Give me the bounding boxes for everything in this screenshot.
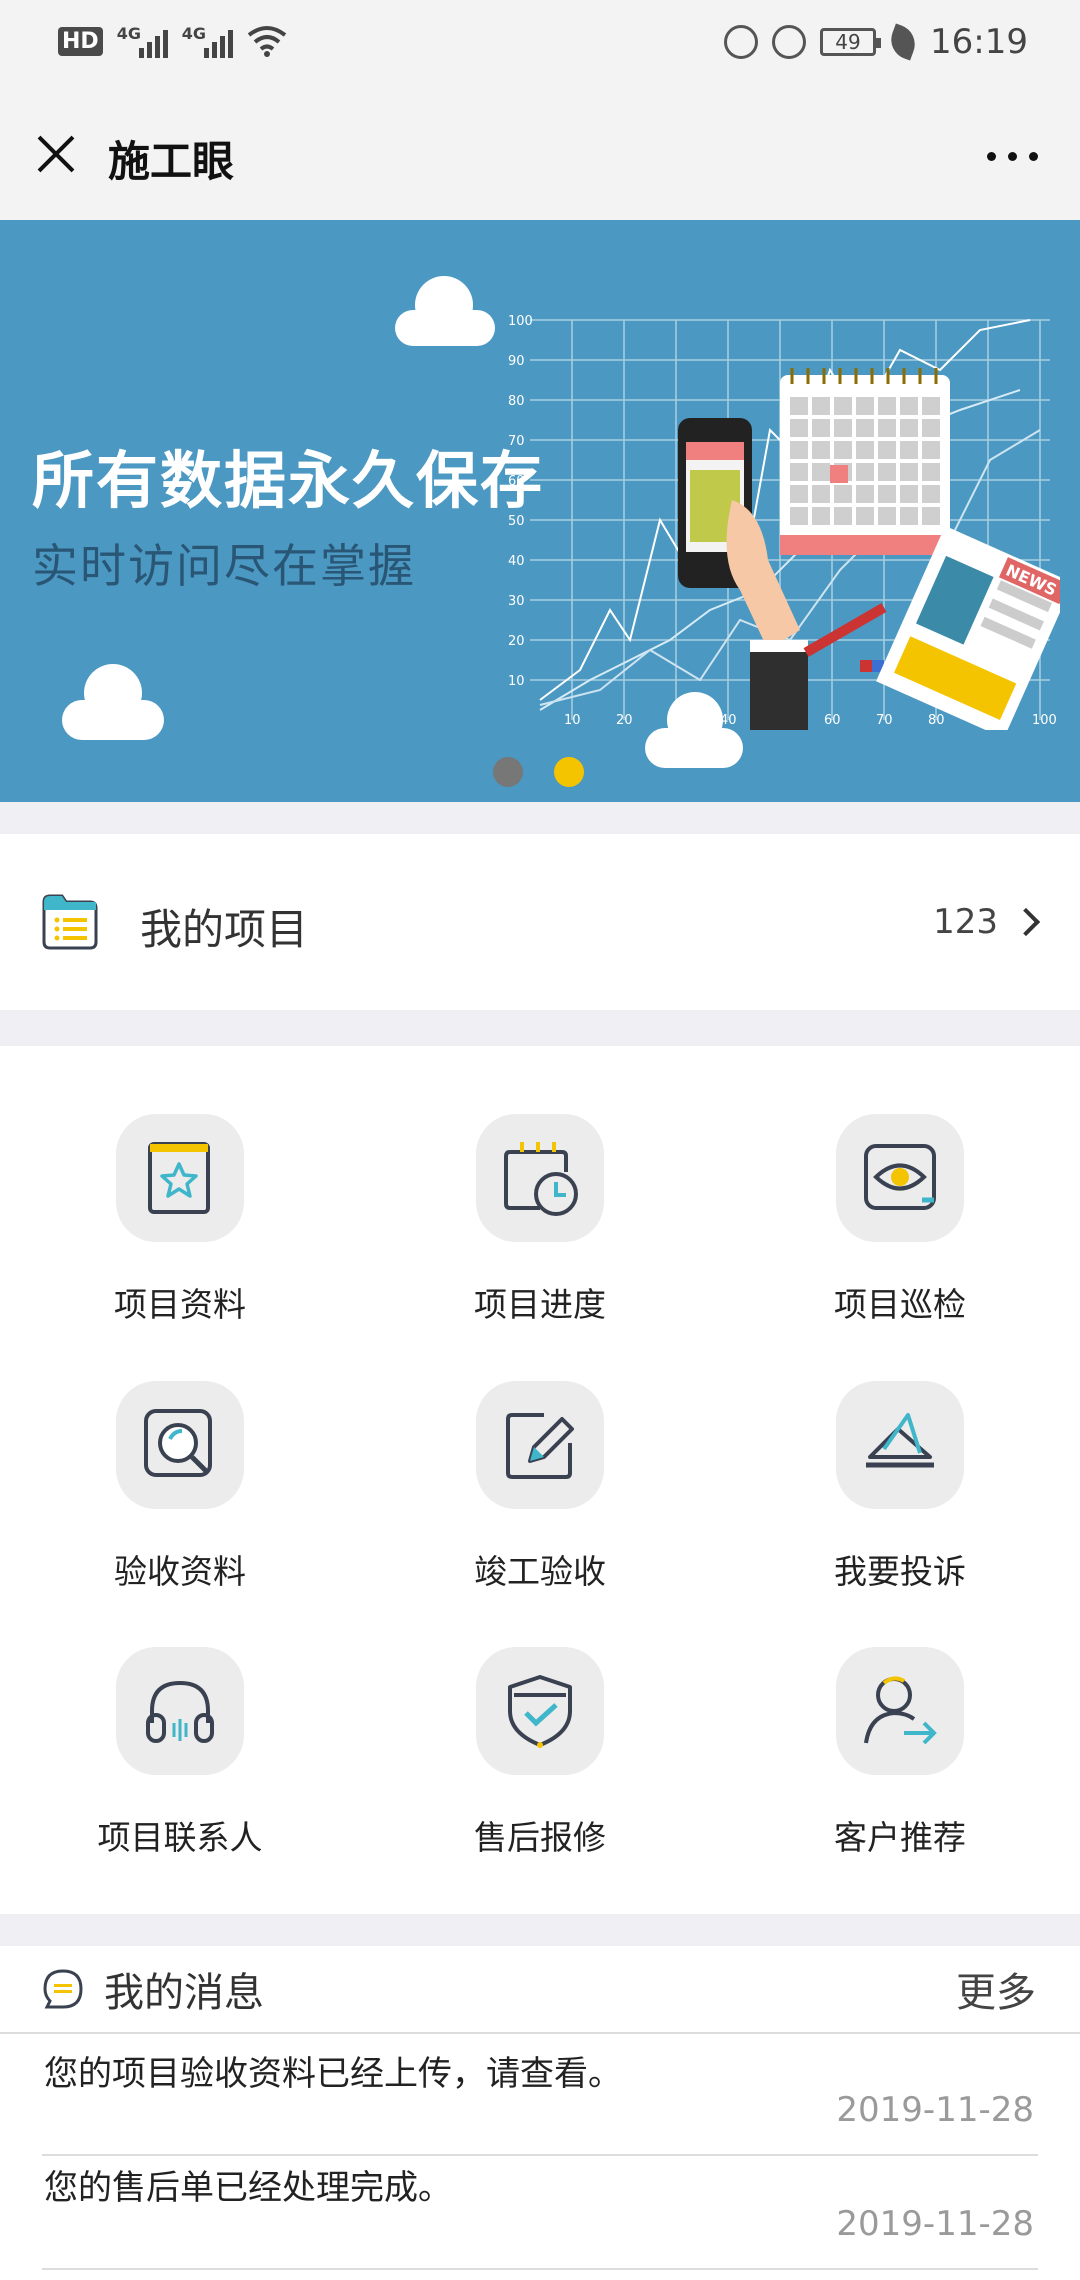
- grid-item-project-docs[interactable]: 项目资料: [0, 1046, 360, 1324]
- chart-y-tick: 80: [508, 394, 525, 409]
- message-text: 您的项目验收资料已经上传，请查看。: [44, 2054, 622, 2094]
- status-left: HD 4G 4G: [58, 24, 287, 58]
- chart-y-tick: 50: [508, 514, 525, 529]
- headphones-icon: [146, 1680, 214, 1743]
- chart-y-tick: 60: [508, 474, 525, 489]
- cloud-decoration: [395, 276, 495, 346]
- banner-carousel[interactable]: 所有数据永久保存 实时访问尽在掌握 100 90 80 70 60 50 40 30 20 10 …: [0, 220, 1080, 802]
- message-item[interactable]: 您的售后单已经处理完成。 2019-11-28: [42, 2156, 1038, 2270]
- message-date: 2019-11-28: [836, 2090, 1034, 2130]
- my-project-row[interactable]: 我的项目 123: [0, 834, 1080, 1010]
- hd-icon: HD: [58, 26, 103, 56]
- more-menu-icon[interactable]: [987, 152, 1038, 161]
- chart-x-tick: 60: [824, 713, 841, 728]
- clock-time: 16:19: [930, 22, 1028, 62]
- chart-y-tick: 10: [508, 674, 525, 689]
- message-text: 您的售后单已经处理完成。: [44, 2168, 452, 2208]
- project-count: 123: [933, 902, 998, 942]
- grid-item-label: 客户推荐: [834, 1818, 966, 1857]
- eye-inspect-icon: [864, 1144, 936, 1210]
- wifi-icon: [247, 26, 286, 57]
- chevron-right-icon: [1011, 907, 1041, 937]
- chart-x-tick: 10: [564, 713, 581, 728]
- battery-icon: 49: [820, 28, 882, 56]
- my-messages-section: 我的消息 更多 您的项目验收资料已经上传，请查看。 2019-11-28 您的售…: [0, 1946, 1080, 2280]
- chart-y-tick: 100: [508, 314, 533, 329]
- cloud-decoration: [62, 664, 164, 740]
- messages-more-link[interactable]: 更多: [956, 1960, 1036, 2018]
- my-project-label: 我的项目: [140, 905, 309, 954]
- grid-item-label: 项目联系人: [97, 1818, 263, 1857]
- grid-item-completion-acceptance[interactable]: 竣工验收: [360, 1313, 720, 1591]
- banner-headline: 所有数据永久保存: [32, 444, 545, 517]
- grid-item-customer-referral[interactable]: 客户推荐: [720, 1579, 1080, 1857]
- carousel-dot-1[interactable]: [493, 757, 523, 787]
- data-saver-icon: [724, 25, 759, 59]
- grid-item-project-contacts[interactable]: 项目联系人: [0, 1579, 360, 1857]
- message-item[interactable]: 您的项目验收资料已经上传，请查看。 2019-11-28: [42, 2042, 1038, 2156]
- chart-y-tick: 30: [508, 594, 525, 609]
- close-icon[interactable]: [36, 134, 76, 174]
- banner-subline: 实时访问尽在掌握: [32, 539, 416, 593]
- feature-grid: 项目资料 项目进度 项目巡检 验收资料 竣工验收 我要投诉 项目联系人 售后报修…: [0, 1046, 1080, 1914]
- chart-y-tick: 40: [508, 554, 525, 569]
- messages-title: 我的消息: [104, 1970, 264, 2016]
- chart-y-tick: 20: [508, 634, 525, 649]
- status-right: 49 16:19: [724, 22, 1028, 62]
- grid-item-project-progress[interactable]: 项目进度: [360, 1046, 720, 1324]
- grid-item-project-inspection[interactable]: 项目巡检: [720, 1046, 1080, 1324]
- chart-x-tick: 20: [616, 713, 633, 728]
- calendar-clock-icon: [504, 1142, 578, 1216]
- edit-pencil-icon: [506, 1413, 574, 1479]
- banner-illustration: 100908070605040302010 102030405060708090…: [508, 314, 1060, 730]
- project-list-icon: [42, 894, 98, 950]
- grid-item-acceptance-docs[interactable]: 验收资料: [0, 1313, 360, 1591]
- chart-y-tick: 90: [508, 354, 525, 369]
- chart-y-tick: 70: [508, 434, 525, 449]
- page-title: 施工眼: [108, 137, 235, 186]
- carousel-dot-2[interactable]: [554, 757, 584, 787]
- message-bubble-icon: [43, 1969, 83, 2009]
- cloud-decoration: [645, 692, 743, 768]
- star-book-icon: [148, 1142, 210, 1214]
- nav-bar: 施工眼: [0, 90, 1080, 220]
- alarm-icon: [772, 25, 807, 59]
- envelope-icon: [866, 1413, 934, 1468]
- user-arrow-icon: [864, 1676, 937, 1745]
- grid-item-after-sales-repair[interactable]: 售后报修: [360, 1579, 720, 1857]
- signal-icon: 4G: [117, 24, 168, 58]
- signal-icon-2: 4G: [182, 24, 233, 58]
- grid-item-complaint[interactable]: 我要投诉: [720, 1313, 1080, 1591]
- divider: [0, 2032, 1080, 2034]
- status-bar: HD 4G 4G 49 16:19: [0, 0, 1080, 90]
- chart-x-tick: 70: [876, 713, 893, 728]
- chart-x-tick: 80: [928, 713, 945, 728]
- chart-x-tick: 100: [1032, 713, 1057, 728]
- message-date: 2019-11-28: [836, 2204, 1034, 2244]
- calendar-illustration: [780, 368, 950, 555]
- magnifier-doc-icon: [144, 1409, 212, 1477]
- grid-item-label: 售后报修: [474, 1818, 606, 1857]
- shield-check-icon: [508, 1675, 572, 1748]
- eco-leaf-icon: [885, 23, 921, 61]
